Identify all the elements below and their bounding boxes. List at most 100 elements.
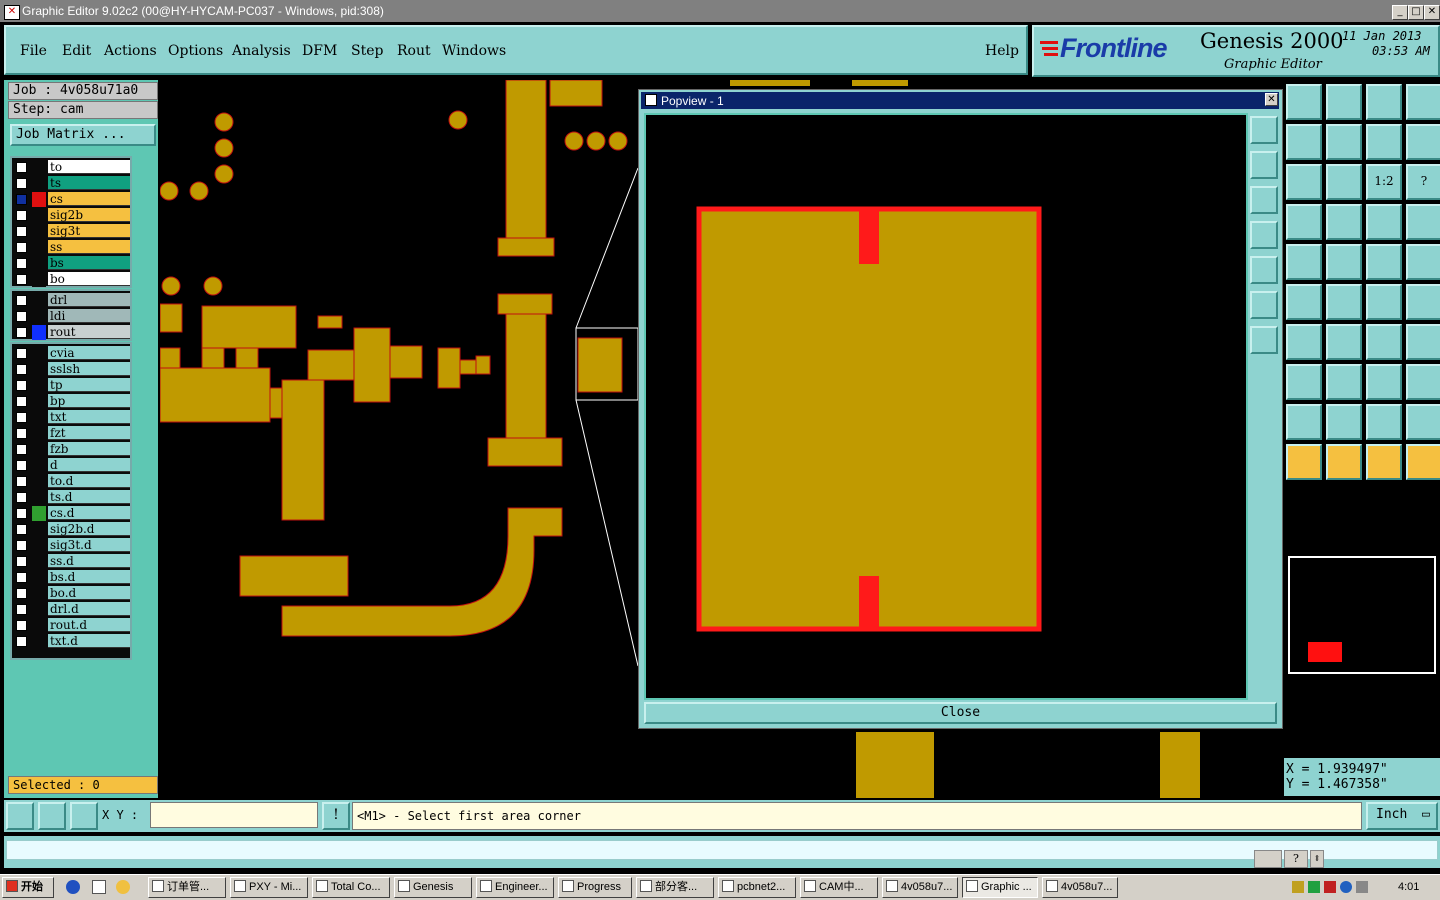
layer-row[interactable]: sig2b.d [12, 522, 130, 537]
layer-checkbox[interactable] [16, 476, 27, 487]
mirror-icon[interactable] [1406, 324, 1440, 360]
zoom-center-icon[interactable] [1326, 164, 1362, 200]
quicklaunch-app-icon[interactable] [116, 880, 130, 894]
popview-pan-down-icon[interactable] [1250, 186, 1278, 214]
layer-checkbox[interactable] [16, 636, 27, 647]
layer-checkbox[interactable] [16, 604, 27, 615]
pointer-route-icon[interactable] [1406, 444, 1440, 480]
layer-row[interactable]: ts [12, 176, 130, 191]
menu-analysis[interactable]: Analysis [232, 43, 291, 59]
layer-row[interactable]: to.d [12, 474, 130, 489]
taskbar-item[interactable]: pcbnet2... [718, 877, 796, 898]
layer-row[interactable]: ss [12, 240, 130, 255]
layer-row[interactable]: sig3t.d [12, 538, 130, 553]
taskbar-item[interactable]: 4v058u7... [1042, 877, 1118, 898]
width-icon[interactable] [1366, 364, 1402, 400]
layer-row[interactable]: drl.d [12, 602, 130, 617]
taskbar-item[interactable]: Engineer... [476, 877, 554, 898]
pad-move-icon[interactable] [1286, 364, 1322, 400]
layer-row[interactable]: bs [12, 256, 130, 271]
layer-row[interactable]: drl [12, 293, 130, 308]
popview-close-icon[interactable]: ✕ [1265, 93, 1278, 106]
start-button[interactable]: 开始 [2, 877, 54, 898]
layer-checkbox[interactable] [16, 380, 27, 391]
layer-checkbox[interactable] [16, 620, 27, 631]
tray-x-icon[interactable] [1324, 881, 1336, 893]
layer-checkbox[interactable] [16, 444, 27, 455]
layer-row[interactable]: d [12, 458, 130, 473]
arc-icon[interactable] [1366, 324, 1402, 360]
angle-icon[interactable] [1286, 324, 1322, 360]
layer-row[interactable]: cs [12, 192, 130, 207]
layer-row[interactable]: ts.d [12, 490, 130, 505]
popview-pan-right-icon[interactable] [1250, 256, 1278, 284]
ratio-icon[interactable]: 1:2 [1366, 164, 1402, 200]
menu-step[interactable]: Step [351, 43, 383, 59]
tray-net-icon[interactable] [1308, 881, 1320, 893]
cross-icon[interactable] [1326, 284, 1362, 320]
pointer-box-icon[interactable] [1326, 444, 1362, 480]
layer-checkbox[interactable] [16, 194, 27, 205]
triangle-d-icon[interactable] [1406, 404, 1440, 440]
layer-checkbox[interactable] [16, 508, 27, 519]
layer-checkbox[interactable] [16, 460, 27, 471]
layer-row[interactable]: txt [12, 410, 130, 425]
edit-down-icon[interactable] [1326, 84, 1362, 120]
layer-checkbox[interactable] [16, 162, 27, 173]
route-s-icon[interactable] [1406, 124, 1440, 160]
layer-row[interactable]: sig2b [12, 208, 130, 223]
menu-edit[interactable]: Edit [62, 43, 91, 59]
connect-icon[interactable] [1286, 284, 1322, 320]
popview-zoom-in-icon[interactable] [1250, 291, 1278, 319]
measure-icon[interactable] [1366, 244, 1402, 280]
quicklaunch-desktop-icon[interactable] [92, 880, 106, 894]
exclamation-icon[interactable]: ! [322, 802, 350, 830]
menu-file[interactable]: File [20, 43, 47, 59]
layer-checkbox[interactable] [16, 396, 27, 407]
popview-zoom-fit-icon[interactable] [1250, 116, 1278, 144]
layer-checkbox[interactable] [16, 242, 27, 253]
slash-icon[interactable] [1326, 324, 1362, 360]
taskbar-item[interactable]: 部分客... [636, 877, 714, 898]
layer-row[interactable]: cs.d [12, 506, 130, 521]
layer-checkbox[interactable] [16, 210, 27, 221]
layer-checkbox[interactable] [16, 428, 27, 439]
circle-icon[interactable] [1406, 244, 1440, 280]
job-matrix-button[interactable]: Job Matrix ... [10, 124, 156, 146]
taskbar-item[interactable]: Graphic ... [962, 877, 1038, 898]
layer-checkbox[interactable] [16, 364, 27, 375]
layer-tool-b-icon[interactable] [1406, 204, 1440, 240]
layer-checkbox[interactable] [16, 311, 27, 322]
layer-checkbox[interactable] [16, 524, 27, 535]
layer-row[interactable]: fzt [12, 426, 130, 441]
layer-row[interactable]: to [12, 160, 130, 175]
layer-row[interactable]: sig3t [12, 224, 130, 239]
quicklaunch-ie-icon[interactable] [66, 880, 80, 894]
layer-row[interactable]: rout.d [12, 618, 130, 633]
layer-row[interactable]: cvia [12, 346, 130, 361]
tray-misc-icon[interactable] [1356, 881, 1368, 893]
layer-row[interactable]: sslsh [12, 362, 130, 377]
layer-checkbox[interactable] [16, 572, 27, 583]
overview-map[interactable] [1288, 556, 1436, 674]
triangle-b-icon[interactable] [1326, 404, 1362, 440]
grid-icon[interactable] [70, 802, 98, 830]
layer-checkbox[interactable] [16, 556, 27, 567]
xy-input[interactable] [150, 802, 318, 828]
status-scroll-icon[interactable]: ⇕ [1310, 850, 1324, 868]
line-node-blue-icon[interactable] [1406, 284, 1440, 320]
layer-row[interactable]: bo [12, 272, 130, 287]
grid-toggle-icon[interactable] [1326, 204, 1362, 240]
layer-row[interactable]: txt.d [12, 634, 130, 649]
zoom-fit-icon[interactable] [1286, 164, 1322, 200]
line-center-icon[interactable] [1326, 364, 1362, 400]
layer-checkbox[interactable] [16, 588, 27, 599]
help-icon[interactable]: ? [1406, 164, 1440, 200]
layer-checkbox[interactable] [16, 327, 27, 338]
layer-row[interactable]: fzb [12, 442, 130, 457]
layer-row[interactable]: bp [12, 394, 130, 409]
window-icon[interactable] [1406, 84, 1440, 120]
status-help-icon[interactable]: ? [1284, 850, 1308, 868]
menu-rout[interactable]: Rout [397, 43, 431, 59]
layer-checkbox[interactable] [16, 226, 27, 237]
